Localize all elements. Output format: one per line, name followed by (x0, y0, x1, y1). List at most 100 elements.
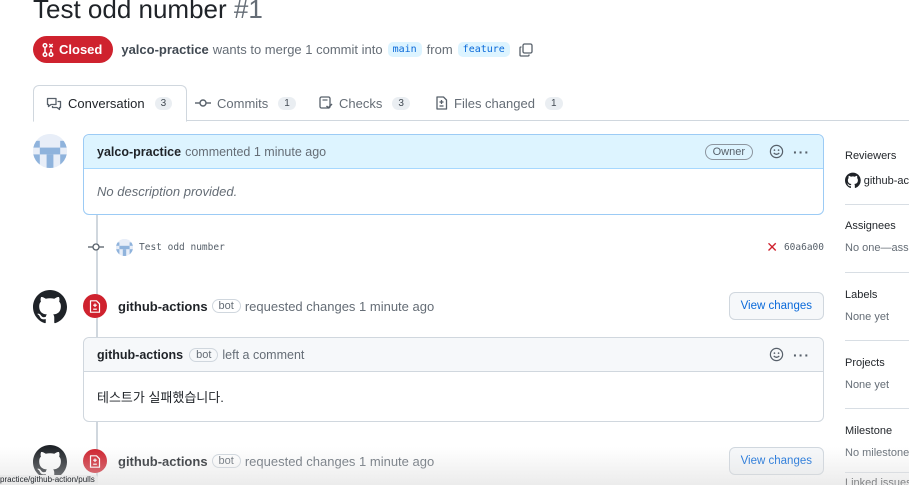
review-action: requested changes 1 minute ago (244, 298, 435, 314)
review-comment-author[interactable]: github-actions (97, 348, 183, 362)
github-actions-avatar[interactable] (33, 290, 67, 324)
sidebar-divider (845, 272, 909, 273)
labels-value: None yet (845, 311, 890, 323)
tab-commits-label: Commits (217, 95, 269, 111)
tab-conversation-label: Conversation (68, 96, 145, 111)
view-changes-button[interactable]: View changes (728, 447, 824, 475)
review-comment-action: left a comment (222, 347, 305, 362)
smiley-icon (769, 347, 783, 362)
changes-requested-icon (83, 449, 107, 473)
copy-icon[interactable] (519, 42, 533, 57)
head-branch[interactable]: feature (457, 42, 510, 57)
sidebar-labels[interactable]: Labels None yet (845, 289, 909, 323)
author-avatar[interactable] (33, 134, 67, 168)
identicon-avatar (33, 134, 67, 168)
reviewers-title: Reviewers (845, 150, 897, 162)
comment-body: No description provided. (97, 184, 238, 199)
tab-checks[interactable]: Checks 3 (319, 85, 410, 121)
review-comment-header: github-actions bot left a comment ··· (84, 338, 823, 372)
review-comment: github-actions bot left a comment ··· 테스… (83, 337, 824, 422)
milestone-title: Milestone (845, 425, 893, 437)
file-diff-icon (436, 96, 448, 110)
view-changes-button[interactable]: View changes (728, 292, 824, 320)
projects-title: Projects (845, 357, 885, 369)
git-commit-icon (88, 243, 104, 251)
tab-files-changed[interactable]: Files changed 1 (435, 85, 563, 121)
file-diff-white-icon (89, 454, 101, 468)
sidebar-milestone[interactable]: Milestone No milestone (845, 425, 909, 459)
github-actions-avatar[interactable] (33, 445, 67, 479)
sidebar-divider (845, 472, 909, 473)
projects-value: None yet (845, 379, 890, 391)
review-event-2: github-actions bot requested changes 1 m… (83, 447, 824, 475)
review-comment-body: 테스트가 실패했습니다. (97, 390, 224, 405)
review-author[interactable]: github-actions (118, 454, 208, 469)
assignees-value: No one—assi (845, 242, 909, 254)
failed-check-x-icon[interactable]: ✕ (766, 239, 778, 256)
sidebar-assignees[interactable]: Assignees No one—assi (845, 220, 909, 254)
merge-text: wants to merge 1 commit into (212, 42, 383, 57)
tab-files-changed-count: 1 (544, 96, 563, 110)
smiley-icon (769, 144, 783, 159)
review-event-1: github-actions bot requested changes 1 m… (83, 292, 824, 320)
identicon-avatar-small (116, 238, 133, 256)
tab-commits-count: 1 (278, 96, 296, 110)
reviewer-entry[interactable]: github-ac (845, 172, 909, 189)
add-reaction-button[interactable] (767, 143, 785, 161)
opening-comment: yalco-practice commented 1 minute ago Ow… (83, 134, 824, 215)
github-octocat-icon (33, 290, 67, 324)
pr-state-row: Closed yalco-practice wants to merge 1 c… (33, 36, 533, 63)
comment-action: commented 1 minute ago (185, 144, 327, 159)
sidebar-divider (845, 408, 909, 409)
tab-commits[interactable]: Commits 1 (195, 85, 296, 121)
pr-author-link[interactable]: yalco-practice (121, 42, 208, 57)
tab-conversation-count: 3 (154, 97, 173, 110)
comment-discussion-icon (46, 97, 62, 110)
tab-conversation[interactable]: Conversation 3 (33, 85, 188, 122)
commit-icon (195, 99, 211, 107)
pull-request-closed-icon (42, 42, 54, 57)
add-reaction-button[interactable] (767, 346, 785, 364)
from-text: from (426, 42, 453, 57)
linked-issues-title: Linked issues (845, 477, 909, 485)
page-title: Test odd number #1 (33, 0, 263, 25)
tab-files-changed-label: Files changed (454, 95, 535, 111)
checklist-icon (319, 96, 333, 109)
reviewer-name: github-ac (863, 174, 909, 187)
bot-badge: bot (189, 347, 219, 362)
assignees-title: Assignees (845, 220, 896, 232)
kebab-menu-icon[interactable]: ··· (793, 347, 810, 363)
pr-tabs: Conversation 3 Commits 1 Checks 3 Files … (33, 85, 909, 122)
kebab-menu-icon[interactable]: ··· (793, 144, 810, 160)
review-action: requested changes 1 minute ago (244, 453, 435, 469)
closed-state-badge: Closed (33, 36, 114, 63)
tab-checks-label: Checks (339, 95, 383, 111)
sidebar-divider (845, 204, 909, 205)
sidebar-projects[interactable]: Projects None yet (845, 357, 909, 391)
browser-status-url: practice/github-action/pulls (0, 475, 98, 485)
commit-author-avatar[interactable] (116, 238, 133, 256)
sidebar-reviewers[interactable]: Reviewers github-ac (845, 150, 909, 189)
pr-sidebar: Reviewers github-ac Assignees No one—ass… (845, 134, 909, 485)
github-octocat-icon (33, 445, 67, 479)
base-branch[interactable]: main (387, 42, 422, 57)
file-diff-white-icon (89, 299, 101, 313)
bot-badge: bot (211, 454, 241, 468)
labels-title: Labels (845, 289, 878, 301)
sidebar-divider (845, 340, 909, 341)
commit-sha-link[interactable]: 60a6a00 (784, 242, 824, 253)
sidebar-linked-issues[interactable]: Linked issues (845, 477, 909, 485)
pr-number: #1 (233, 0, 263, 24)
comment-author[interactable]: yalco-practice (97, 145, 181, 159)
comment-header: yalco-practice commented 1 minute ago Ow… (84, 135, 823, 169)
state-label: Closed (59, 42, 103, 57)
commit-message-link[interactable]: Test odd number (139, 242, 225, 253)
review-author[interactable]: github-actions (118, 299, 208, 314)
github-octocat-icon (845, 172, 861, 188)
changes-requested-icon (83, 294, 107, 318)
tab-checks-count: 3 (392, 96, 410, 110)
milestone-value: No milestone (845, 447, 909, 459)
bot-badge: bot (211, 299, 241, 313)
commit-row: Test odd number ✕ 60a6a00 (88, 236, 824, 258)
pr-title: Test odd number (33, 0, 227, 24)
